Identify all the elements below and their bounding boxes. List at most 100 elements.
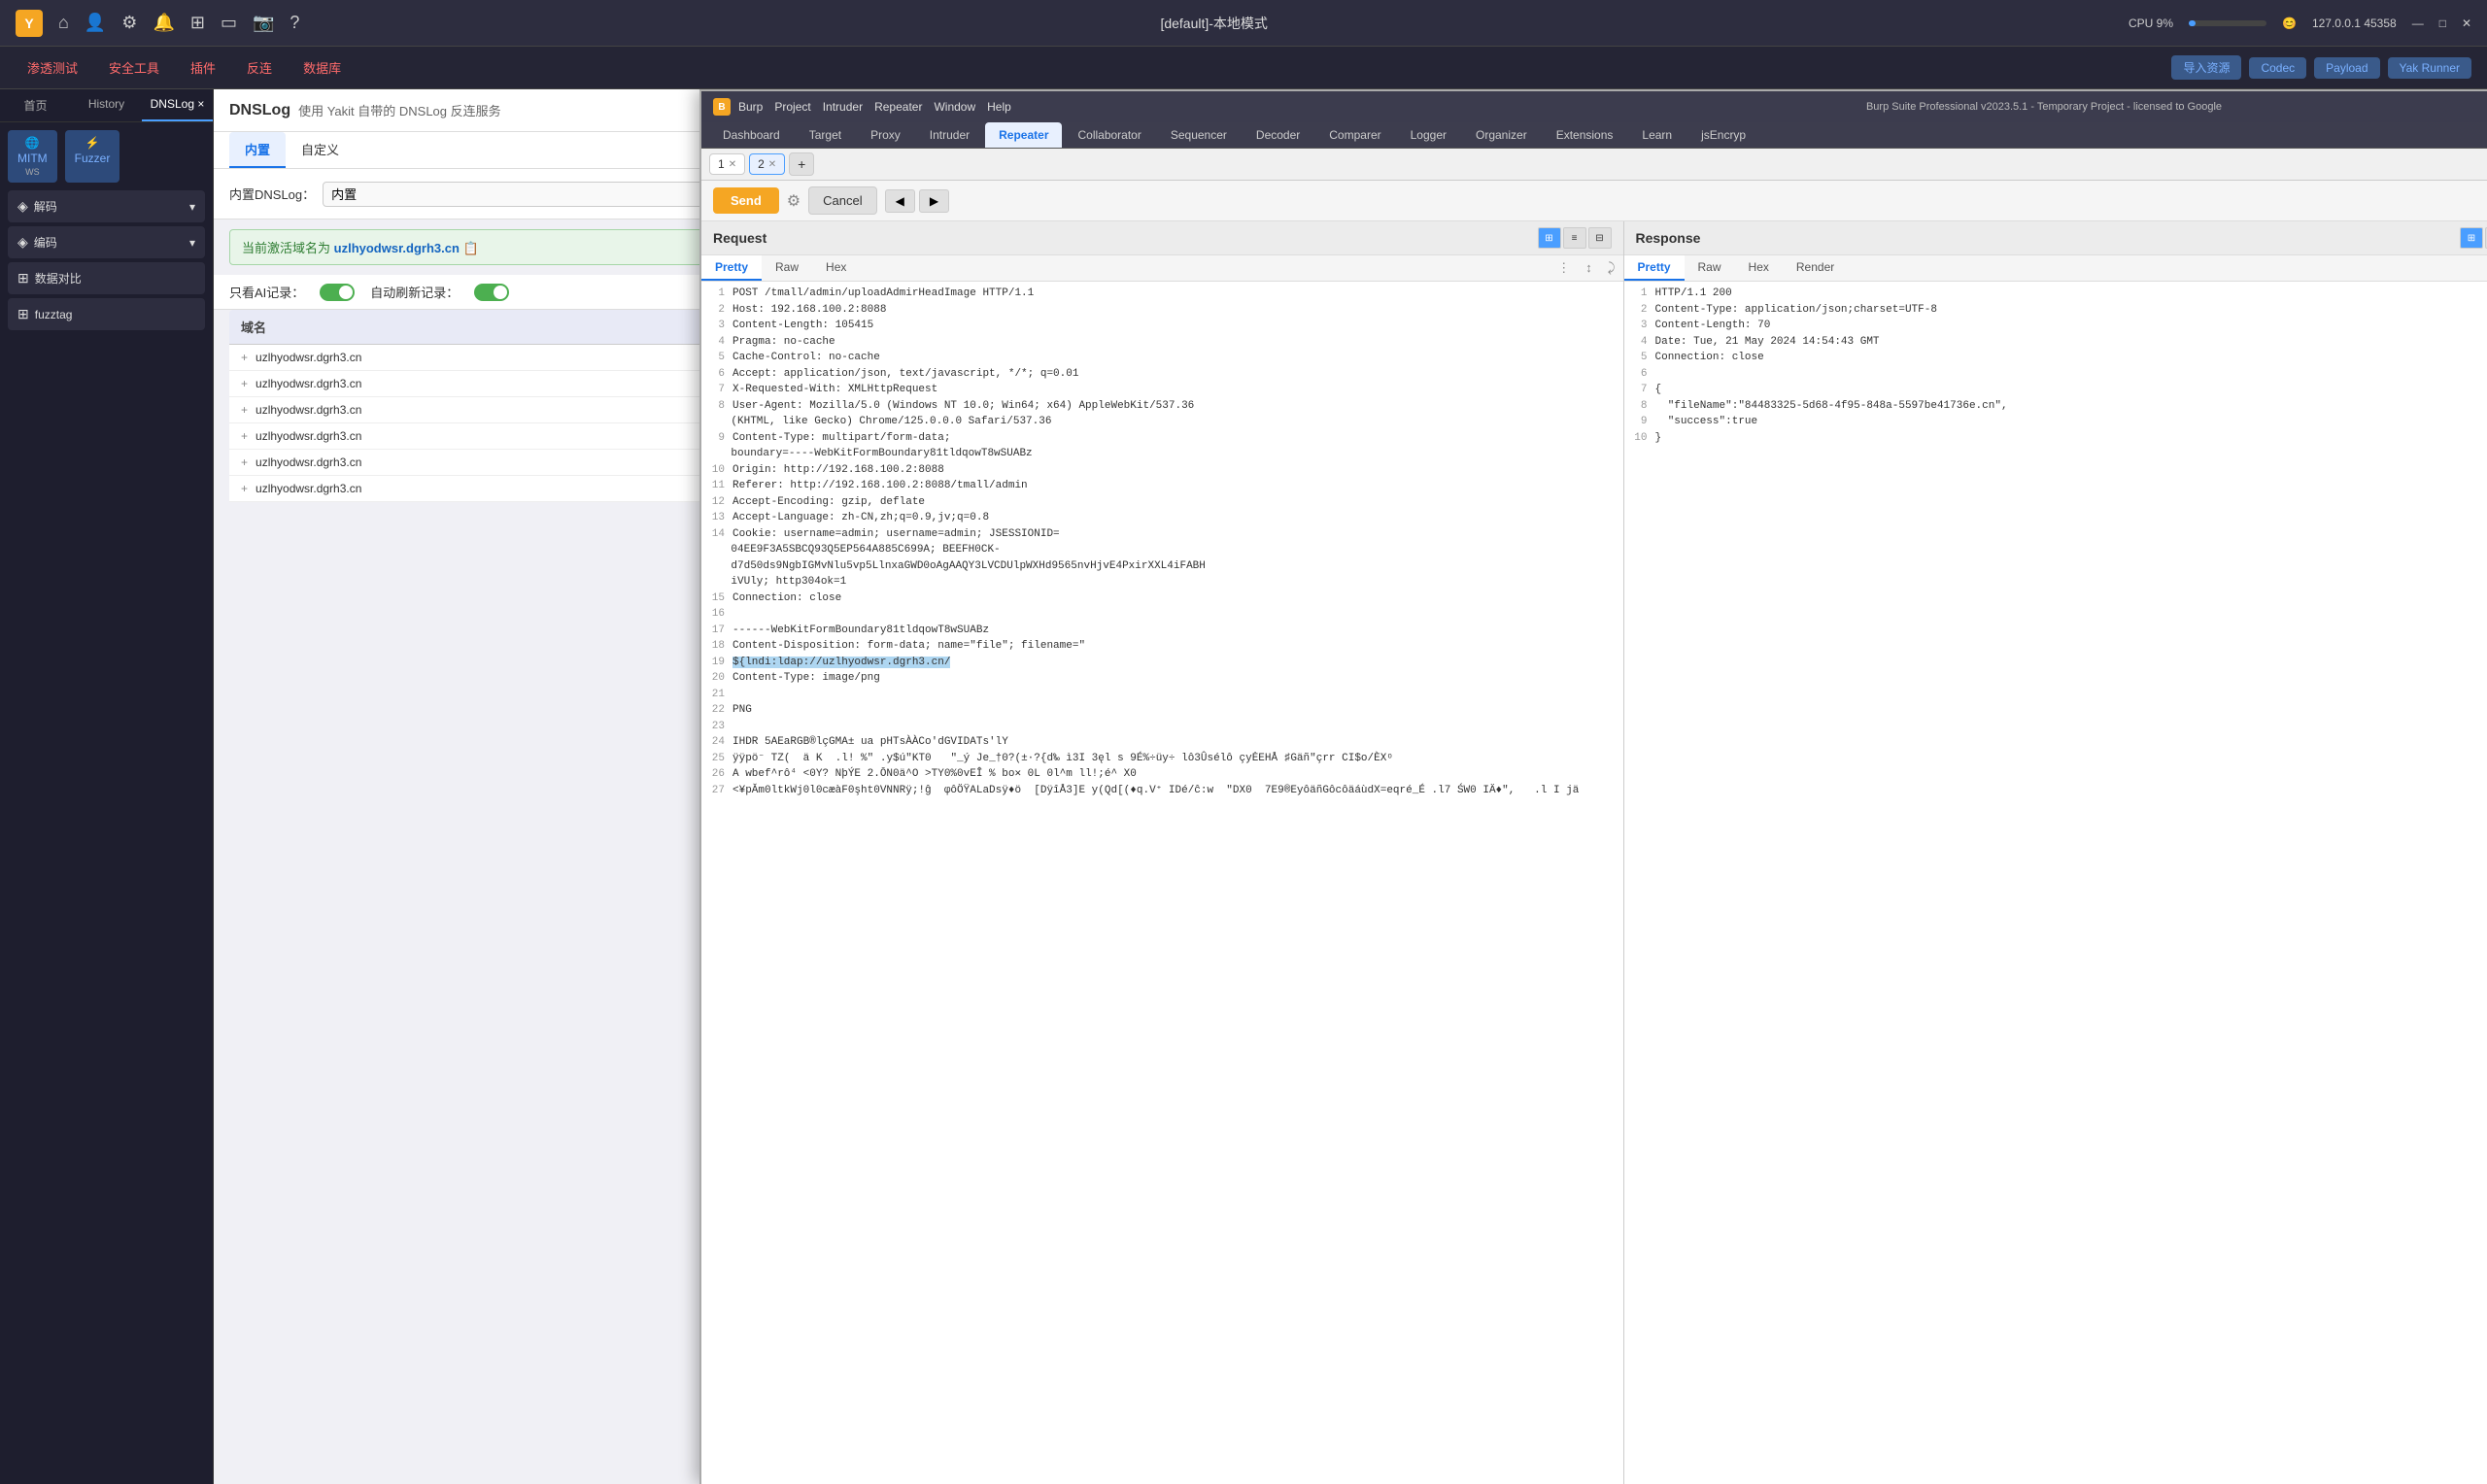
dnslog-tab-builtin[interactable]: 内置 — [229, 132, 286, 168]
request-options-icon[interactable]: ⋮ — [1550, 255, 1578, 281]
auto-refresh-toggle[interactable] — [474, 284, 509, 301]
request-line-22: 23 — [705, 719, 1619, 735]
bell-icon[interactable]: 🔔 — [153, 13, 174, 33]
burp-nav-repeater[interactable]: Repeater — [985, 122, 1062, 148]
request-line-21: 22PNG — [705, 702, 1619, 719]
burp-nav-proxy[interactable]: Proxy — [857, 122, 914, 148]
request-tab-pretty[interactable]: Pretty — [701, 255, 762, 281]
burp-menu-burp[interactable]: Burp — [738, 100, 763, 114]
payload-btn[interactable]: Payload — [2314, 57, 2379, 79]
fuzzer-btn[interactable]: ⚡ Fuzzer — [65, 130, 120, 183]
response-panel-tabs: Pretty Raw Hex Render ⋮ ↕ — [1624, 255, 2487, 282]
request-line-10: 10Origin: http://192.168.100.2:8088 — [705, 462, 1619, 479]
row-expand-icon[interactable]: + — [241, 429, 248, 443]
burp-cancel-btn[interactable]: Cancel — [808, 186, 876, 215]
nav-database[interactable]: 数据库 — [291, 54, 353, 81]
response-tab-raw[interactable]: Raw — [1685, 255, 1735, 281]
home-icon[interactable]: ⌂ — [58, 13, 69, 33]
burp-nav-learn[interactable]: Learn — [1628, 122, 1686, 148]
fuzztag-btn[interactable]: ⊞ fuzztag — [8, 298, 205, 330]
burp-nav-target[interactable]: Target — [796, 122, 855, 148]
burp-menu-help[interactable]: Help — [987, 100, 1011, 114]
user-icon[interactable]: 👤 — [85, 13, 106, 33]
burp-nav-dashboard[interactable]: Dashboard — [709, 122, 794, 148]
response-tab-render[interactable]: Render — [1783, 255, 1848, 281]
burp-request-panel: Request ⊞ ≡ ⊟ Pretty Raw Hex ⋮ ↕ ⤸ — [701, 221, 1624, 1484]
burp-nav-comparer[interactable]: Comparer — [1315, 122, 1394, 148]
help-icon[interactable]: ? — [290, 13, 299, 33]
burp-send-btn[interactable]: Send — [713, 187, 779, 214]
settings-icon[interactable]: ⚙ — [121, 13, 137, 33]
request-wrap-icon[interactable]: ⤸ — [1600, 255, 1623, 281]
ai-records-toggle[interactable] — [320, 284, 355, 301]
burp-menu-window[interactable]: Window — [934, 100, 975, 114]
request-line-binary-2: 26A wbef^rô⁴ <0Y? NþÝE 2.ŌN0ä^O >TY0%0vE… — [705, 766, 1619, 783]
nav-plugins[interactable]: 插件 — [179, 54, 227, 81]
burp-tab-1[interactable]: 1 ✕ — [709, 153, 745, 175]
request-content[interactable]: 1POST /tmall/admin/uploadAdmirHeadImage … — [701, 282, 1623, 1484]
burp-nav: Dashboard Target Proxy Intruder Repeater… — [701, 122, 2487, 149]
dnslog-tab-custom[interactable]: 自定义 — [286, 132, 355, 168]
burp-nav-extensions[interactable]: Extensions — [1543, 122, 1627, 148]
burp-tab-1-close[interactable]: ✕ — [729, 159, 736, 170]
mitm-btn[interactable]: 🌐 MITM WS — [8, 130, 57, 183]
request-expand-icon[interactable]: ↕ — [1578, 255, 1600, 281]
burp-menu-repeater[interactable]: Repeater — [874, 100, 922, 114]
nav-security-tools[interactable]: 安全工具 — [97, 54, 171, 81]
tab-history[interactable]: History — [71, 89, 142, 121]
burp-tab-add-btn[interactable]: + — [789, 152, 814, 176]
row-expand-icon[interactable]: + — [241, 403, 248, 417]
tab-dnslog[interactable]: DNSLog × — [142, 89, 213, 121]
request-view-single[interactable]: ≡ — [1563, 227, 1586, 249]
response-tab-pretty[interactable]: Pretty — [1624, 255, 1685, 281]
yak-runner-btn[interactable]: Yak Runner — [2388, 57, 2471, 79]
row-expand-icon[interactable]: + — [241, 455, 248, 469]
burp-nav-intruder[interactable]: Intruder — [916, 122, 983, 148]
response-view-split[interactable]: ⊞ — [2460, 227, 2483, 249]
nav-pentesting[interactable]: 渗透测试 — [16, 54, 89, 81]
row-expand-icon[interactable]: + — [241, 351, 248, 364]
dnslog-area: DNSLog 使用 Yakit 自带的 DNSLog 反连服务 内置 自定义 内… — [214, 89, 2487, 1484]
camera-icon[interactable]: 📷 — [253, 13, 274, 33]
fuzzer-label: Fuzzer — [75, 152, 111, 165]
burp-logo: B — [713, 98, 731, 116]
copy-domain-icon[interactable]: 📋 — [463, 241, 479, 255]
request-panel-header: Request ⊞ ≡ ⊟ — [701, 221, 1623, 255]
response-tab-hex[interactable]: Hex — [1735, 255, 1783, 281]
request-tab-hex[interactable]: Hex — [812, 255, 860, 281]
burp-nav-sequencer[interactable]: Sequencer — [1157, 122, 1241, 148]
monitor-icon[interactable]: ▭ — [221, 13, 237, 33]
response-line-7: 7{ — [1628, 382, 2487, 398]
request-view-split[interactable]: ⊞ — [1538, 227, 1561, 249]
decode-btn[interactable]: ◈ 解码 ▾ — [8, 190, 205, 222]
burp-toolbar: Send ⚙ Cancel ◀ ▶ Target: http://192.168… — [701, 181, 2487, 221]
burp-nav-jsencrypt[interactable]: jsEncryp — [1687, 122, 1759, 148]
burp-nav-organizer[interactable]: Organizer — [1462, 122, 1541, 148]
burp-menu-intruder[interactable]: Intruder — [823, 100, 863, 114]
nav-reverse[interactable]: 反连 — [235, 54, 284, 81]
dnslog-desc: 使用 Yakit 自带的 DNSLog 反连服务 — [298, 101, 501, 119]
row-expand-icon[interactable]: + — [241, 482, 248, 495]
burp-tab-2-close[interactable]: ✕ — [768, 159, 776, 170]
codec-btn[interactable]: Codec — [2249, 57, 2306, 79]
request-view-icon3[interactable]: ⊟ — [1588, 227, 1612, 249]
burp-nav-logger[interactable]: Logger — [1397, 122, 1460, 148]
tab-home[interactable]: 首页 — [0, 89, 71, 121]
close-btn[interactable]: ✕ — [2462, 17, 2471, 30]
encode-btn[interactable]: ◈ 编码 ▾ — [8, 226, 205, 258]
burp-nav-decoder[interactable]: Decoder — [1243, 122, 1313, 148]
burp-nav-collaborator[interactable]: Collaborator — [1064, 122, 1154, 148]
maximize-icon[interactable]: □ — [2439, 17, 2446, 30]
import-resource-btn[interactable]: 导入资源 — [2171, 55, 2241, 80]
burp-settings-icon[interactable]: ⚙ — [787, 191, 801, 211]
data-compare-btn[interactable]: ⊞ 数据对比 — [8, 262, 205, 294]
grid-icon[interactable]: ⊞ — [190, 13, 205, 33]
burp-tab-2[interactable]: 2 ✕ — [749, 153, 785, 175]
row-expand-icon[interactable]: + — [241, 377, 248, 390]
request-tab-raw[interactable]: Raw — [762, 255, 812, 281]
burp-prev-btn[interactable]: ◀ — [885, 189, 915, 213]
response-content[interactable]: 1HTTP/1.1 200 2Content-Type: application… — [1624, 282, 2487, 1484]
burp-menu-project[interactable]: Project — [774, 100, 810, 114]
burp-next-btn[interactable]: ▶ — [919, 189, 949, 213]
minimize-icon[interactable]: — — [2412, 17, 2424, 30]
